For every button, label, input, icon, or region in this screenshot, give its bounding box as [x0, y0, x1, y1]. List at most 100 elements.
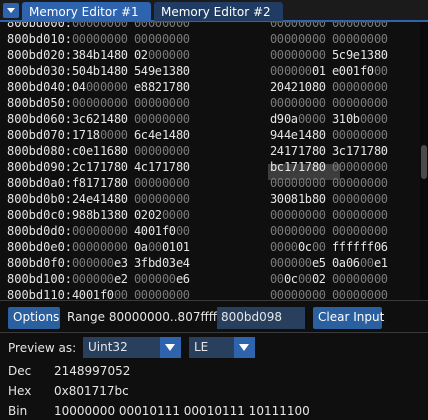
hex-byte[interactable]: 04	[72, 79, 86, 95]
endian-select[interactable]: LE	[189, 337, 255, 358]
hex-byte[interactable]: f0	[162, 223, 176, 239]
hex-byte[interactable]: f0	[100, 287, 114, 300]
hex-byte[interactable]: 9e	[346, 47, 360, 63]
hex-byte[interactable]: 00	[374, 111, 388, 127]
hex-byte[interactable]: 00	[72, 223, 86, 239]
hex-view[interactable]: 800bd000: 00 00 00 00 00 00 00 00 00 00 00 00 00 00 00 0…	[0, 22, 428, 300]
hex-byte[interactable]: 00	[270, 239, 284, 255]
hex-byte[interactable]: 00	[134, 111, 148, 127]
hex-byte[interactable]: 00	[162, 287, 176, 300]
hex-byte[interactable]: c0	[72, 143, 86, 159]
hex-byte[interactable]: 00	[298, 111, 312, 127]
hex-byte[interactable]: 20	[270, 79, 284, 95]
hex-byte[interactable]: 24	[72, 191, 86, 207]
hex-byte[interactable]: 1b	[298, 191, 312, 207]
hex-byte[interactable]: 00	[134, 31, 148, 47]
hex-byte[interactable]: 01	[176, 239, 190, 255]
hex-byte[interactable]: 00	[148, 175, 162, 191]
hex-byte[interactable]: 3c	[332, 143, 346, 159]
hex-byte[interactable]: e1	[86, 143, 100, 159]
hex-byte[interactable]: 00	[374, 191, 388, 207]
hex-byte[interactable]: 00	[298, 255, 312, 271]
hex-byte[interactable]: 00	[86, 255, 100, 271]
hex-byte[interactable]: 00	[346, 159, 360, 175]
tab-memory-editor-2[interactable]: Memory Editor #2	[154, 2, 283, 21]
hex-byte[interactable]: 80	[114, 111, 128, 127]
hex-byte[interactable]: 00	[312, 47, 326, 63]
hex-byte[interactable]: 40	[72, 287, 86, 300]
hex-byte[interactable]: 00	[162, 191, 176, 207]
hex-byte[interactable]: 00	[346, 79, 360, 95]
chevron-down-icon[interactable]	[160, 337, 181, 358]
hex-byte[interactable]: 14	[162, 127, 176, 143]
hex-byte[interactable]: 00	[360, 223, 374, 239]
hex-byte[interactable]: 00	[360, 207, 374, 223]
hex-byte[interactable]: 0a	[332, 255, 346, 271]
hex-byte[interactable]: 00	[176, 287, 190, 300]
hex-byte[interactable]: 00	[312, 239, 326, 255]
hex-byte[interactable]: 00	[148, 31, 162, 47]
hex-byte[interactable]: 00	[284, 22, 298, 31]
hex-byte[interactable]: 00	[332, 271, 346, 287]
hex-byte[interactable]: 4e	[148, 127, 162, 143]
hex-byte[interactable]: 00	[270, 47, 284, 63]
hex-byte[interactable]: 00	[134, 271, 148, 287]
hex-byte[interactable]: 00	[360, 287, 374, 300]
hex-byte[interactable]: 00	[86, 239, 100, 255]
hex-byte[interactable]: 01	[346, 63, 360, 79]
hex-byte[interactable]: 14	[100, 63, 114, 79]
clear-input-button[interactable]: Clear Input	[313, 307, 384, 329]
hex-byte[interactable]: 00	[284, 287, 298, 300]
hex-byte[interactable]: 00	[284, 31, 298, 47]
hex-byte[interactable]: 00	[374, 175, 388, 191]
hex-byte[interactable]: 00	[346, 175, 360, 191]
hex-byte[interactable]: 00	[176, 223, 190, 239]
hex-byte[interactable]: 9e	[148, 63, 162, 79]
hex-byte[interactable]: 00	[114, 31, 128, 47]
hex-byte[interactable]: 80	[312, 159, 326, 175]
hex-byte[interactable]: 80	[176, 79, 190, 95]
hex-byte[interactable]: 80	[114, 143, 128, 159]
hex-byte[interactable]: 00	[100, 95, 114, 111]
hex-byte[interactable]: 06	[374, 239, 388, 255]
hex-byte[interactable]: 00	[284, 95, 298, 111]
hex-byte[interactable]: 00	[162, 143, 176, 159]
hex-byte[interactable]: 00	[284, 47, 298, 63]
hex-byte[interactable]: 14	[100, 47, 114, 63]
hex-byte[interactable]: 00	[312, 287, 326, 300]
hex-byte[interactable]: 94	[270, 127, 284, 143]
hex-byte[interactable]: 00	[312, 22, 326, 31]
hex-byte[interactable]: 80	[114, 47, 128, 63]
hex-byte[interactable]: 00	[298, 207, 312, 223]
hex-byte[interactable]: 00	[86, 95, 100, 111]
hex-byte[interactable]: f0	[360, 63, 374, 79]
hex-byte[interactable]: 00	[346, 223, 360, 239]
hex-byte[interactable]: 00	[148, 143, 162, 159]
hex-byte[interactable]: 00	[176, 47, 190, 63]
hex-byte[interactable]: 03	[162, 255, 176, 271]
hex-byte[interactable]: 00	[86, 79, 100, 95]
hex-byte[interactable]: 00	[360, 127, 374, 143]
hex-byte[interactable]: 00	[148, 47, 162, 63]
hex-byte[interactable]: 00	[360, 31, 374, 47]
hex-byte[interactable]: 00	[360, 111, 374, 127]
hex-byte[interactable]: 00	[100, 271, 114, 287]
hex-byte[interactable]: 17	[360, 143, 374, 159]
hex-byte[interactable]: 13	[162, 63, 176, 79]
hex-byte[interactable]: 01	[162, 239, 176, 255]
hex-byte[interactable]: 13	[360, 47, 374, 63]
hex-byte[interactable]: 00	[374, 207, 388, 223]
hex-byte[interactable]: 00	[176, 207, 190, 223]
hex-byte[interactable]: 00	[72, 239, 86, 255]
hex-byte[interactable]: 00	[332, 223, 346, 239]
hex-byte[interactable]: 00	[298, 47, 312, 63]
hex-byte[interactable]: bc	[270, 159, 284, 175]
hex-byte[interactable]: 00	[114, 287, 128, 300]
hex-byte[interactable]: ff	[332, 239, 346, 255]
hex-byte[interactable]: 62	[86, 111, 100, 127]
hex-byte[interactable]: 02	[134, 47, 148, 63]
hex-byte[interactable]: 00	[332, 127, 346, 143]
hex-byte[interactable]: e6	[176, 271, 190, 287]
hex-byte[interactable]: 17	[72, 127, 86, 143]
hex-byte[interactable]: 3c	[72, 111, 86, 127]
